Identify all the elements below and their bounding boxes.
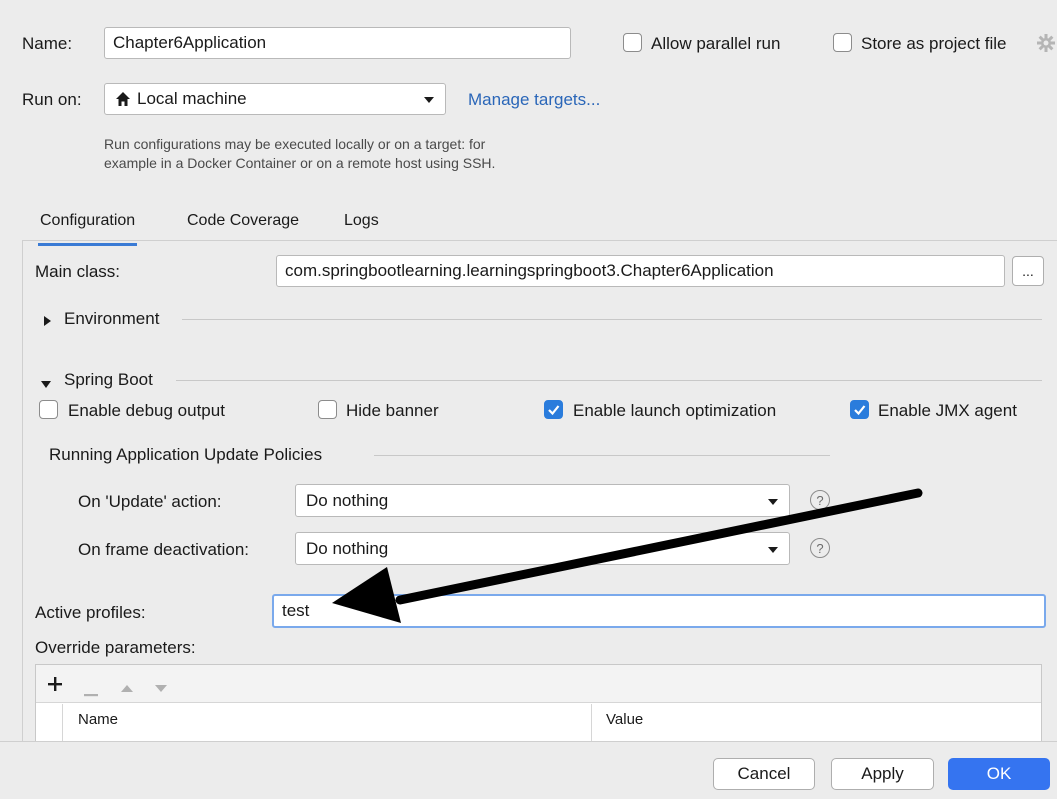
hide-banner-checkbox[interactable] xyxy=(318,400,337,419)
gear-icon[interactable] xyxy=(1036,33,1056,58)
chevron-right-icon[interactable] xyxy=(42,312,52,332)
chevron-down-icon[interactable] xyxy=(40,374,52,394)
run-on-help-line2: example in a Docker Container or on a re… xyxy=(104,155,496,171)
environment-divider xyxy=(182,319,1042,320)
enable-jmx-label: Enable JMX agent xyxy=(878,401,1017,420)
store-as-project-checkbox[interactable] xyxy=(833,33,852,52)
override-parameters-table: Name Value xyxy=(35,664,1042,745)
column-divider xyxy=(591,704,592,745)
run-on-select[interactable]: Local machine xyxy=(104,83,446,115)
override-parameters-label: Override parameters: xyxy=(35,638,196,657)
row-selector-column xyxy=(36,704,63,745)
update-policies-label: Running Application Update Policies xyxy=(49,445,323,464)
tab-configuration[interactable]: Configuration xyxy=(37,212,138,246)
active-profiles-label: Active profiles: xyxy=(35,603,146,622)
allow-parallel-checkbox[interactable] xyxy=(623,33,642,52)
chevron-down-icon xyxy=(767,491,779,511)
main-class-field[interactable] xyxy=(276,255,1005,287)
browse-main-class-button[interactable]: ... xyxy=(1012,256,1044,286)
manage-targets-link[interactable]: Manage targets... xyxy=(468,90,600,110)
allow-parallel-label: Allow parallel run xyxy=(651,34,781,53)
minus-icon[interactable] xyxy=(84,682,98,702)
on-frame-deactivation-value: Do nothing xyxy=(306,538,389,558)
table-header-value[interactable]: Value xyxy=(606,711,643,728)
chevron-down-icon xyxy=(767,539,779,559)
on-update-select[interactable]: Do nothing xyxy=(295,484,790,517)
move-down-icon[interactable] xyxy=(154,678,168,698)
name-field[interactable] xyxy=(104,27,571,59)
run-on-label: Run on: xyxy=(22,90,82,109)
active-profiles-field[interactable] xyxy=(272,594,1046,628)
enable-debug-label: Enable debug output xyxy=(68,401,225,420)
enable-jmx-checkbox[interactable] xyxy=(850,400,869,419)
update-policies-divider xyxy=(374,455,830,456)
main-class-label: Main class: xyxy=(35,262,121,281)
move-up-icon[interactable] xyxy=(120,678,134,698)
enable-launch-optimization-checkbox[interactable] xyxy=(544,400,563,419)
spring-boot-section-label[interactable]: Spring Boot xyxy=(64,370,153,390)
table-toolbar xyxy=(36,665,1041,703)
cancel-button[interactable]: Cancel xyxy=(713,758,815,790)
name-label: Name: xyxy=(22,34,73,53)
ok-button[interactable]: OK xyxy=(948,758,1050,790)
spring-boot-divider xyxy=(176,380,1042,381)
table-header-name[interactable]: Name xyxy=(78,711,118,728)
plus-icon[interactable] xyxy=(48,676,62,696)
chevron-down-icon xyxy=(423,89,435,109)
tab-logs[interactable]: Logs xyxy=(344,212,379,230)
tab-code-coverage[interactable]: Code Coverage xyxy=(187,212,299,230)
run-on-value: Local machine xyxy=(137,89,247,108)
on-update-value: Do nothing xyxy=(306,490,389,510)
help-icon[interactable]: ? xyxy=(810,490,830,510)
enable-launch-optimization-label: Enable launch optimization xyxy=(573,401,777,420)
on-update-label: On 'Update' action: xyxy=(78,492,222,511)
apply-button[interactable]: Apply xyxy=(831,758,934,790)
on-frame-deactivation-select[interactable]: Do nothing xyxy=(295,532,790,565)
run-on-help-line1: Run configurations may be executed local… xyxy=(104,136,486,152)
home-icon xyxy=(115,91,131,107)
help-icon[interactable]: ? xyxy=(810,538,830,558)
on-frame-deactivation-label: On frame deactivation: xyxy=(78,540,250,559)
hide-banner-label: Hide banner xyxy=(346,401,439,420)
store-as-project-label: Store as project file xyxy=(861,34,1007,53)
enable-debug-checkbox[interactable] xyxy=(39,400,58,419)
environment-section-label[interactable]: Environment xyxy=(64,309,159,329)
